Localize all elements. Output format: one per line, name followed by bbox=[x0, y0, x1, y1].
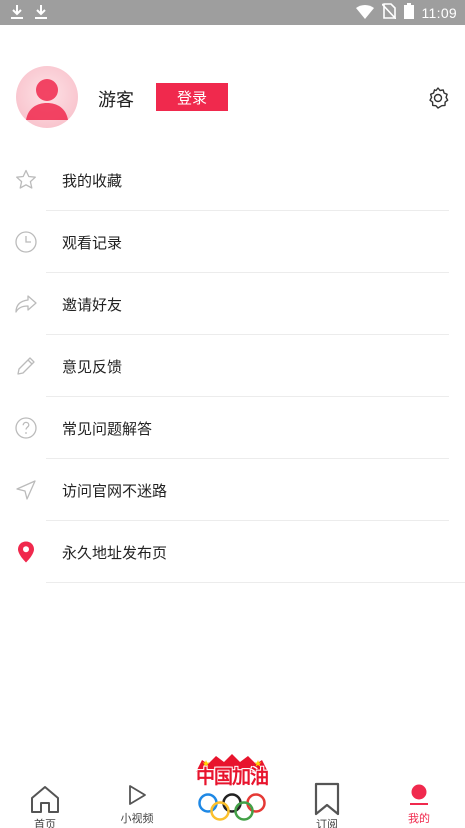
status-time: 11:09 bbox=[421, 5, 457, 21]
menu-item-history[interactable]: 观看记录 bbox=[0, 211, 465, 273]
menu-item-invite[interactable]: 邀请好友 bbox=[0, 273, 465, 335]
home-icon bbox=[29, 783, 61, 819]
location-pin-icon bbox=[14, 540, 38, 564]
share-icon bbox=[14, 292, 38, 316]
menu-item-label: 观看记录 bbox=[62, 234, 123, 252]
play-icon bbox=[127, 784, 147, 810]
clock-icon bbox=[14, 230, 38, 254]
nav-label: 我的 bbox=[408, 812, 430, 825]
menu-list: 我的收藏 观看记录 邀请好友 意见反馈 常见问题解答 访问官网不迷路 永久地址发… bbox=[0, 149, 465, 583]
menu-item-faq[interactable]: 常见问题解答 bbox=[0, 397, 465, 459]
nav-label: 订阅 bbox=[316, 818, 338, 828]
navigation-icon bbox=[14, 478, 38, 502]
menu-item-official-site[interactable]: 访问官网不迷路 bbox=[0, 459, 465, 521]
user-icon bbox=[407, 783, 431, 811]
menu-item-label: 邀请好友 bbox=[62, 296, 123, 314]
promo-text: 中国加油 bbox=[195, 766, 269, 788]
status-bar: 11:09 bbox=[0, 0, 465, 25]
no-sim-icon bbox=[380, 3, 397, 23]
nav-subscribe[interactable]: 订阅 bbox=[297, 778, 357, 828]
login-button[interactable]: 登录 bbox=[156, 83, 228, 111]
question-icon bbox=[14, 416, 38, 440]
divider bbox=[46, 582, 465, 583]
menu-item-feedback[interactable]: 意见反馈 bbox=[0, 335, 465, 397]
avatar[interactable] bbox=[16, 66, 78, 128]
nav-home[interactable]: 首页 bbox=[15, 778, 75, 828]
star-icon bbox=[14, 168, 38, 192]
olympic-rings-icon bbox=[198, 793, 266, 821]
nav-label: 首页 bbox=[34, 818, 56, 828]
menu-item-label: 永久地址发布页 bbox=[62, 544, 168, 562]
download-icon bbox=[34, 4, 48, 24]
menu-item-permanent-address[interactable]: 永久地址发布页 bbox=[0, 521, 465, 583]
menu-item-label: 访问官网不迷路 bbox=[62, 482, 168, 500]
center-promo-button[interactable]: 中国加油 bbox=[192, 752, 272, 824]
username: 游客 bbox=[98, 90, 134, 111]
gear-icon[interactable] bbox=[426, 86, 450, 110]
wifi-icon bbox=[355, 4, 374, 23]
profile-header: 游客 登录 bbox=[0, 66, 465, 130]
pencil-icon bbox=[14, 354, 38, 378]
menu-item-favorites[interactable]: 我的收藏 bbox=[0, 149, 465, 211]
nav-label: 小视频 bbox=[120, 812, 154, 825]
menu-item-label: 意见反馈 bbox=[62, 358, 123, 376]
menu-item-label: 常见问题解答 bbox=[62, 420, 153, 438]
nav-mine[interactable]: 我的 bbox=[389, 778, 449, 828]
bookmark-icon bbox=[313, 782, 341, 820]
download-icon bbox=[10, 4, 24, 24]
battery-icon bbox=[403, 3, 414, 23]
nav-short-video[interactable]: 小视频 bbox=[107, 778, 167, 828]
menu-item-label: 我的收藏 bbox=[62, 172, 123, 190]
